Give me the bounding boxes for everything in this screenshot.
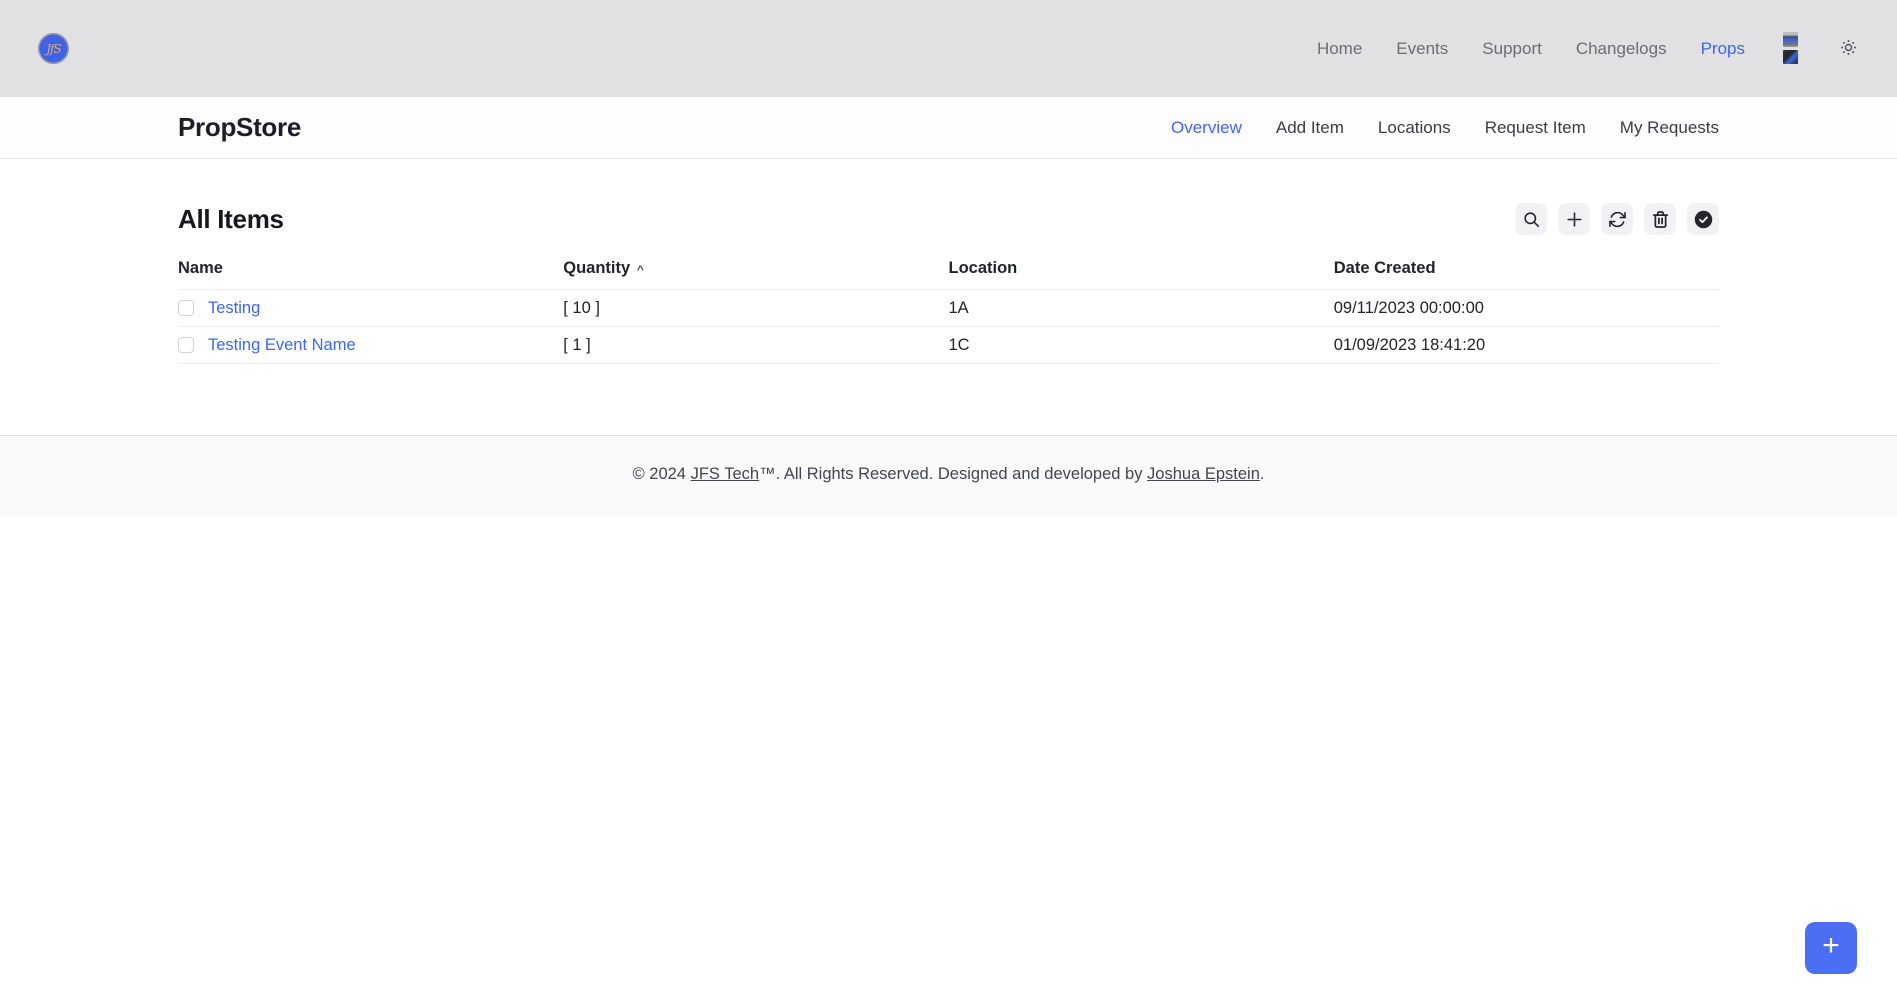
user-avatar-image[interactable] — [1783, 31, 1798, 66]
item-quantity: [ 10 ] — [563, 298, 600, 317]
nav-link-props[interactable]: Props — [1701, 39, 1745, 58]
joshua-epstein-link[interactable]: Joshua Epstein — [1147, 465, 1260, 483]
trash-icon — [1651, 210, 1670, 229]
tab-overview[interactable]: Overview — [1171, 118, 1242, 137]
subnav-tabs: Overview Add Item Locations Request Item… — [1171, 118, 1719, 138]
table-header-row: Name Quantity ^ Location Date Created — [178, 259, 1719, 290]
top-navbar: JfS Home Events Support Changelogs Props — [0, 0, 1897, 97]
item-date-created: 09/11/2023 00:00:00 — [1333, 298, 1484, 317]
avatar-fragment — [1783, 31, 1798, 47]
page-title: All Items — [178, 203, 284, 234]
nav-link-events[interactable]: Events — [1396, 39, 1448, 58]
sort-ascending-icon: ^ — [637, 261, 644, 278]
tab-locations[interactable]: Locations — [1378, 118, 1451, 137]
jfs-logo[interactable]: JfS — [38, 33, 69, 64]
refresh-icon — [1608, 210, 1627, 229]
delete-button[interactable] — [1644, 203, 1676, 235]
item-location: 1C — [948, 335, 970, 354]
plus-icon — [1565, 210, 1584, 229]
nav-link-changelogs[interactable]: Changelogs — [1576, 39, 1667, 58]
item-quantity: [ 1 ] — [563, 335, 591, 354]
table-row: Testing [ 10 ] 1A 09/11/2023 00:00:00 — [178, 290, 1719, 327]
tab-request-item[interactable]: Request Item — [1485, 118, 1586, 137]
column-header-location[interactable]: Location — [949, 259, 1334, 278]
tab-add-item[interactable]: Add Item — [1276, 118, 1344, 137]
add-item-fab[interactable]: + — [1805, 922, 1857, 974]
footer-middle-text: ™. All Rights Reserved. Designed and dev… — [759, 465, 1148, 483]
items-toolbar — [1515, 203, 1719, 235]
add-item-button[interactable] — [1558, 203, 1590, 235]
table-row: Testing Event Name [ 1 ] 1C 01/09/2023 1… — [178, 327, 1719, 364]
jfs-logo-text: JfS — [46, 41, 62, 56]
page-footer: © 2024 JFS Tech™. All Rights Reserved. D… — [0, 435, 1897, 516]
app-title: PropStore — [178, 112, 301, 142]
nav-link-support[interactable]: Support — [1482, 39, 1542, 58]
footer-suffix: . — [1259, 465, 1265, 483]
jfs-tech-link[interactable]: JFS Tech — [691, 465, 759, 483]
app-subnav: PropStore Overview Add Item Locations Re… — [0, 97, 1897, 159]
topnav-links: Home Events Support Changelogs Props — [1317, 39, 1745, 59]
item-date-created: 01/09/2023 18:41:20 — [1333, 335, 1486, 354]
items-table: Name Quantity ^ Location Date Created Te… — [178, 259, 1719, 364]
search-button[interactable] — [1515, 203, 1547, 235]
copyright-text: © 2024 — [632, 465, 691, 483]
main-content: All Items Name Quantity ^ Location Date … — [178, 159, 1719, 364]
plus-icon: + — [1822, 929, 1840, 962]
avatar-fragment — [1783, 49, 1798, 64]
row-checkbox[interactable] — [178, 337, 194, 353]
item-name-link[interactable]: Testing — [208, 299, 260, 318]
nav-link-home[interactable]: Home — [1317, 39, 1362, 58]
column-header-quantity[interactable]: Quantity ^ — [563, 259, 948, 278]
item-name-link[interactable]: Testing Event Name — [208, 336, 356, 355]
column-header-date-created[interactable]: Date Created — [1334, 259, 1719, 278]
circle-check-icon — [1693, 209, 1714, 230]
refresh-button[interactable] — [1601, 203, 1633, 235]
column-header-name[interactable]: Name — [178, 259, 563, 278]
sun-icon — [1840, 39, 1857, 59]
row-checkbox[interactable] — [178, 300, 194, 316]
tab-my-requests[interactable]: My Requests — [1620, 118, 1719, 137]
theme-toggle-button[interactable] — [1840, 39, 1857, 59]
select-all-button[interactable] — [1687, 203, 1719, 235]
search-icon — [1522, 210, 1541, 229]
item-location: 1A — [948, 298, 969, 317]
